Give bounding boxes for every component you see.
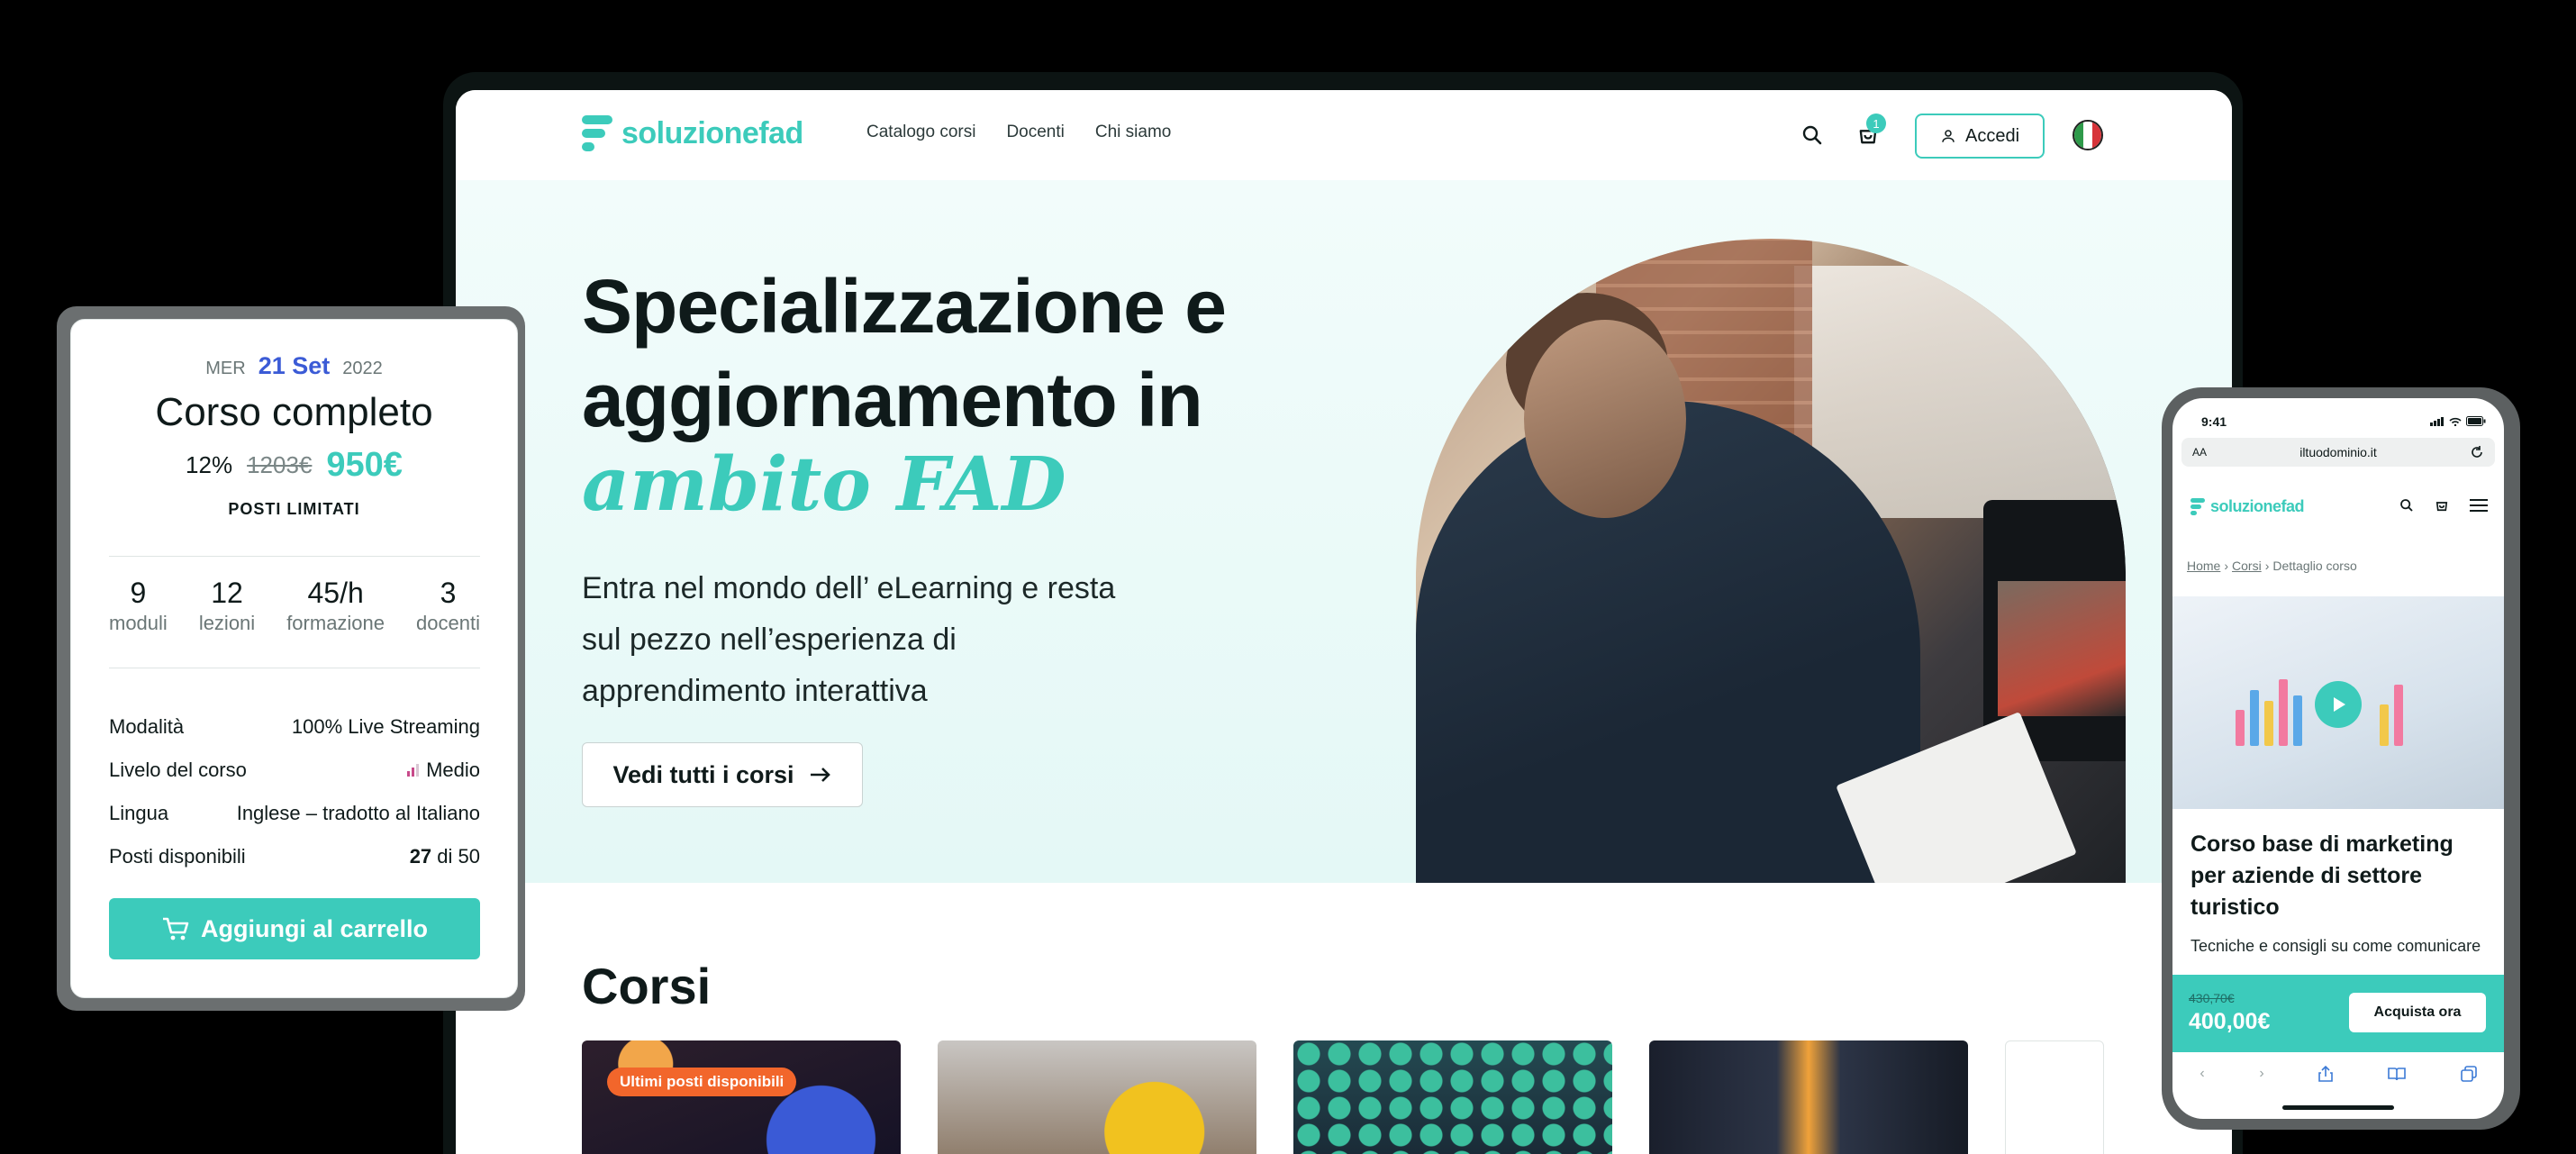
brand-logo[interactable]: soluzionefad xyxy=(582,115,803,151)
cart-icon xyxy=(162,917,189,940)
nav-docenti[interactable]: Docenti xyxy=(1006,123,1064,142)
brand-name: soluzionefad xyxy=(621,115,803,150)
phone-old-price: 430,70€ xyxy=(2189,991,2235,1005)
battery-icon xyxy=(2466,416,2486,426)
signal-icon xyxy=(2430,416,2444,426)
breadcrumb-home[interactable]: Home xyxy=(2187,559,2220,573)
phone-new-price: 400,00€ xyxy=(2189,1009,2271,1034)
stat-lezioni: 12 lezioni xyxy=(198,577,256,634)
desktop-screen: soluzionefad Catalogo corsi Docenti Chi … xyxy=(456,90,2232,1154)
buy-now-button[interactable]: Acquista ora xyxy=(2349,993,2486,1032)
nav-chi-siamo[interactable]: Chi siamo xyxy=(1095,123,1171,142)
course-date: MER 21 Set 2022 xyxy=(71,352,517,380)
search-icon[interactable] xyxy=(2399,498,2414,513)
wifi-icon xyxy=(2449,417,2462,426)
back-icon[interactable]: ‹ xyxy=(2200,1066,2204,1082)
add-to-cart-button[interactable]: Aggiungi al carrello xyxy=(109,898,480,959)
course-info: Modalità 100% Live Streaming Livelo del … xyxy=(109,705,480,878)
browser-toolbar: ‹ › xyxy=(2172,1056,2504,1092)
forward-icon[interactable]: › xyxy=(2259,1066,2263,1082)
hero-image xyxy=(1416,239,2126,883)
phone-nav-icons xyxy=(2399,497,2488,513)
logo-mark-icon xyxy=(582,115,612,151)
italy-flag-icon[interactable] xyxy=(2073,120,2103,150)
arrow-right-icon xyxy=(810,768,830,782)
main-nav: Catalogo corsi Docenti Chi siamo xyxy=(866,123,1171,142)
phone-brand-logo[interactable]: soluzionefad xyxy=(2191,497,2305,516)
course-card-1[interactable]: Ultimi posti disponibili xyxy=(582,1040,901,1154)
phone-course-title: Corso base di marketing per aziende di s… xyxy=(2191,831,2454,920)
buy-bar: 430,70€ 400,00€ Acquista ora xyxy=(2172,975,2504,1052)
search-icon[interactable] xyxy=(1794,117,1830,153)
course-detail-card: MER 21 Set 2022 Corso completo 12% 1203€… xyxy=(70,319,518,998)
stat-formazione: 45/h formazione xyxy=(286,577,385,634)
level-bars-icon xyxy=(407,764,420,777)
discount-percent: 12% xyxy=(186,451,233,478)
view-all-courses-button[interactable]: Vedi tutti i corsi xyxy=(582,742,863,807)
course-badge: Ultimi posti disponibili xyxy=(607,1068,797,1096)
browser-address-bar[interactable]: AA iltuodominio.it xyxy=(2181,438,2495,467)
old-price: 1203€ xyxy=(247,451,313,478)
course-title: Corso completo xyxy=(155,390,433,434)
info-row-modalita: Modalità 100% Live Streaming xyxy=(109,715,480,738)
new-price: 950€ xyxy=(326,446,403,484)
cta-label: Vedi tutti i corsi xyxy=(612,760,794,788)
breadcrumb-current: Dettaglio corso xyxy=(2272,559,2357,573)
status-time: 9:41 xyxy=(2201,414,2227,429)
logo-mark-icon xyxy=(2191,497,2205,516)
date-day: 21 Set xyxy=(258,352,331,379)
hero-subtitle: Entra nel mondo dell’ eLearning e resta … xyxy=(582,571,1116,708)
home-indicator xyxy=(2282,1105,2394,1110)
course-video-thumbnail[interactable] xyxy=(2172,596,2504,809)
price-row: 12% 1203€ 950€ xyxy=(71,446,517,485)
navbar: soluzionefad Catalogo corsi Docenti Chi … xyxy=(456,90,2232,180)
menu-icon[interactable] xyxy=(2470,498,2488,513)
phone-screen: 9:41 AA iltuodominio.it soluzionefad Hom… xyxy=(2172,398,2504,1119)
info-row-posti: Posti disponibili 27 di 50 xyxy=(109,845,480,868)
course-card-3[interactable] xyxy=(1293,1040,1612,1154)
play-icon[interactable] xyxy=(2315,681,2362,728)
text-size-button[interactable]: AA xyxy=(2192,446,2207,459)
hero-title: Specializzazione e aggiornamento in xyxy=(582,264,1227,442)
date-year: 2022 xyxy=(342,359,383,378)
cart-icon[interactable]: 1 xyxy=(1850,114,1886,153)
course-stats: 9 moduli 12 lezioni 45/h formazione 3 do… xyxy=(109,577,480,635)
info-row-lingua: Lingua Inglese – tradotto al Italiano xyxy=(109,802,480,824)
info-row-livello: Livelo del corso Medio xyxy=(109,759,480,781)
user-icon xyxy=(1942,130,1955,142)
date-weekday: MER xyxy=(205,359,246,378)
cart-count-badge: 1 xyxy=(1866,114,1886,133)
stat-moduli: 9 moduli xyxy=(109,577,168,634)
divider xyxy=(109,556,480,557)
breadcrumb-corsi[interactable]: Corsi xyxy=(2232,559,2262,573)
nav-catalogo-corsi[interactable]: Catalogo corsi xyxy=(866,123,975,142)
stat-docenti: 3 docenti xyxy=(416,577,480,634)
courses-section-title: Corsi xyxy=(582,958,712,1014)
share-icon[interactable] xyxy=(2318,1066,2334,1082)
phone-brand-name: soluzionefad xyxy=(2210,497,2305,515)
tabs-icon[interactable] xyxy=(2460,1066,2477,1082)
add-to-cart-label: Aggiungi al carrello xyxy=(200,914,429,942)
course-card-2[interactable] xyxy=(938,1040,1256,1154)
course-card-4[interactable] xyxy=(1649,1040,1968,1154)
limited-seats-label: POSTI LIMITATI xyxy=(228,500,360,518)
reload-icon[interactable] xyxy=(2470,445,2484,459)
course-card-5[interactable] xyxy=(2005,1040,2104,1154)
bookmarks-icon[interactable] xyxy=(2388,1067,2406,1081)
breadcrumb: Home › Corsi › Dettaglio corso xyxy=(2187,559,2357,573)
status-icons xyxy=(2430,416,2486,426)
login-button[interactable]: Accedi xyxy=(1915,114,2045,159)
url-text: iltuodominio.it xyxy=(2299,445,2377,459)
cart-icon[interactable] xyxy=(2434,497,2450,513)
hero-title-accent: ambito FAD xyxy=(582,441,1066,528)
login-label: Accedi xyxy=(1964,125,2020,146)
